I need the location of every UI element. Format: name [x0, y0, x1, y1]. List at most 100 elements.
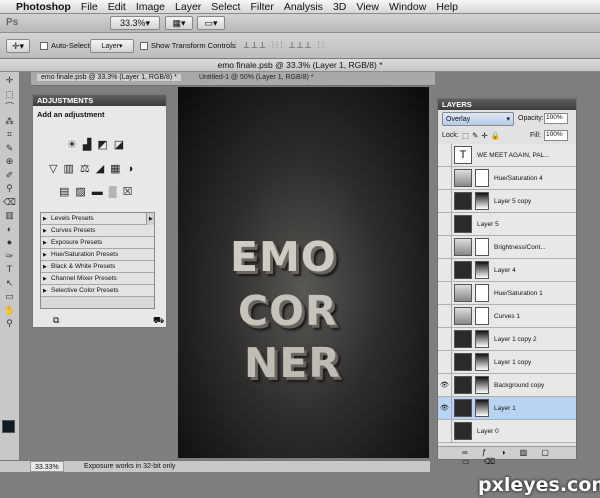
visibility-eye-icon[interactable] [438, 167, 452, 189]
layer-mask-thumbnail[interactable] [475, 307, 489, 325]
layer-name: Layer 1 copy [494, 358, 532, 366]
layer-mask-thumbnail[interactable] [475, 330, 489, 348]
layer-row[interactable]: Layer 0 [438, 420, 576, 443]
panel-options-icon[interactable]: ⛟ [153, 315, 164, 327]
layer-row[interactable]: T WE MEET AGAIN, PAL... [438, 144, 576, 167]
screen-mode-button[interactable]: ▭▾ [197, 16, 225, 30]
adjustments-header[interactable]: ADJUSTMENTS [33, 95, 166, 106]
layer-row[interactable]: Layer 5 copy [438, 190, 576, 213]
status-bar: 33.33% Exposure works in 32-bit only [0, 460, 430, 472]
menu-file[interactable]: File [76, 1, 103, 13]
layer-row[interactable]: 👁 Layer 1 [438, 397, 576, 420]
menu-analysis[interactable]: Analysis [279, 1, 328, 13]
presets-scrollbar[interactable] [146, 213, 154, 225]
visibility-eye-icon[interactable] [438, 259, 452, 281]
visibility-eye-icon[interactable] [438, 236, 452, 258]
tool-icons[interactable]: ✛ ⬚ ⌒ ⁂ ⌗ ✎ ⊕ ✐ ⚲ ⌫ ▥ ◐ ● ✑ T ↖ ▭ ✋ ⚲ [0, 72, 19, 331]
layer-name: Hue/Saturation 1 [494, 289, 543, 297]
visibility-eye-icon[interactable] [438, 213, 452, 235]
show-transform-checkbox[interactable] [140, 42, 148, 50]
adjustment-icons-row-1[interactable]: ☀▟◩◪ [67, 138, 130, 151]
preset-channel-mixer[interactable]: Channel Mixer Presets [41, 273, 154, 285]
menu-filter[interactable]: Filter [245, 1, 278, 13]
blend-mode-dropdown[interactable]: Overlay ▾ [442, 112, 514, 126]
layers-header[interactable]: LAYERS [438, 99, 576, 110]
menu-3d[interactable]: 3D [328, 1, 351, 13]
visibility-eye-icon[interactable] [438, 190, 452, 212]
tab-untitled-1[interactable]: Untitled-1 @ 50% (Layer 1, RGB/8) * [195, 74, 318, 81]
auto-select-checkbox[interactable] [40, 42, 48, 50]
menu-edit[interactable]: Edit [103, 1, 131, 13]
options-bar: ✛▾ Auto-Select: Layer ▾ Show Transform Co… [0, 33, 600, 59]
layer-row[interactable]: Layer 5 [438, 213, 576, 236]
opacity-input[interactable]: 100% [544, 113, 568, 124]
arrange-documents-button[interactable]: ▦▾ [165, 16, 193, 30]
document-tabs: emo finale.psb @ 33.3% (Layer 1, RGB/8) … [31, 72, 435, 86]
layer-thumbnail [454, 376, 472, 394]
layer-mask-thumbnail[interactable] [475, 192, 489, 210]
preset-hue-saturation[interactable]: Hue/Saturation Presets [41, 249, 154, 261]
visibility-eye-icon[interactable]: 👁 [438, 397, 452, 419]
preset-levels[interactable]: Levels Presets [41, 213, 154, 225]
visibility-eye-icon[interactable] [438, 351, 452, 373]
menu-help[interactable]: Help [431, 1, 463, 13]
layer-row[interactable]: Curves 1 [438, 305, 576, 328]
visibility-eye-icon[interactable] [438, 328, 452, 350]
layer-thumbnail [454, 261, 472, 279]
menu-window[interactable]: Window [384, 1, 431, 13]
layer-row[interactable]: Layer 1 copy 2 [438, 328, 576, 351]
menu-layer[interactable]: Layer [170, 1, 206, 13]
foreground-color-swatch[interactable] [2, 420, 15, 433]
visibility-eye-icon[interactable]: 👁 [438, 374, 452, 396]
layer-mask-thumbnail[interactable] [475, 169, 489, 187]
layer-name: Layer 0 [477, 427, 499, 435]
layer-row[interactable]: Brightness/Cont... [438, 236, 576, 259]
preset-curves[interactable]: Curves Presets [41, 225, 154, 237]
layer-mask-thumbnail[interactable] [475, 238, 489, 256]
layer-mask-thumbnail[interactable] [475, 261, 489, 279]
menu-image[interactable]: Image [131, 1, 170, 13]
zoom-select[interactable]: 33.3% ▾ [110, 16, 160, 30]
adjustment-icons-row-2[interactable]: ▽▥⚖◢▦◑ [49, 162, 139, 175]
layer-row[interactable]: 👁 Background copy [438, 374, 576, 397]
layer-thumbnail [454, 353, 472, 371]
canvas-artwork[interactable]: EMO COR NER [178, 87, 429, 458]
lock-icons[interactable]: ⬚✎✛🔒 [462, 131, 503, 140]
menu-view[interactable]: View [351, 1, 384, 13]
layer-name: WE MEET AGAIN, PAL... [477, 151, 550, 159]
layer-row[interactable]: Layer 4 [438, 259, 576, 282]
visibility-eye-icon[interactable] [438, 305, 452, 327]
layer-mask-thumbnail[interactable] [475, 376, 489, 394]
preset-black-white[interactable]: Black & White Presets [41, 261, 154, 273]
layer-row[interactable]: Layer 1 copy [438, 351, 576, 374]
visibility-eye-icon[interactable] [438, 144, 452, 166]
preset-exposure[interactable]: Exposure Presets [41, 237, 154, 249]
visibility-eye-icon[interactable] [438, 282, 452, 304]
document-title-bar: emo finale.psb @ 33.3% (Layer 1, RGB/8) … [0, 59, 600, 72]
layer-row[interactable]: Hue/Saturation 1 [438, 282, 576, 305]
adjustment-layer-icon [454, 169, 472, 187]
adjustment-icons-row-3[interactable]: ▤▨▬▒☒ [59, 185, 138, 198]
clip-to-layer-icon[interactable]: ⧉ [53, 315, 59, 326]
menu-select[interactable]: Select [206, 1, 245, 13]
layer-name: Layer 4 [494, 266, 516, 274]
layer-row[interactable]: Hue/Saturation 4 [438, 167, 576, 190]
tab-emo-finale[interactable]: emo finale.psb @ 33.3% (Layer 1, RGB/8) … [37, 74, 181, 81]
opacity-label: Opacity: [518, 115, 544, 122]
status-message: Exposure works in 32-bit only [84, 463, 176, 470]
zoom-value: 33.3% [119, 18, 146, 28]
auto-select-dropdown[interactable]: Layer ▾ [90, 39, 134, 53]
layer-mask-thumbnail[interactable] [475, 353, 489, 371]
layer-mask-thumbnail[interactable] [475, 284, 489, 302]
fill-input[interactable]: 100% [544, 130, 568, 141]
layer-thumbnail [454, 192, 472, 210]
align-icons[interactable]: ⫶⫶⫶ ⊥⊥⊥ ⫶⫶⫶ ⊥⊥⊥ ⫶⫶ [226, 40, 326, 51]
tool-preset-picker[interactable]: ✛▾ [6, 39, 30, 53]
layer-mask-thumbnail[interactable] [475, 399, 489, 417]
watermark-logo: pxleyes.com [478, 474, 600, 496]
layer-footer-icons[interactable]: ∞ ƒ ◑ ▨ ▢ ▭ ⌫ [462, 448, 576, 466]
status-zoom[interactable]: 33.33% [30, 461, 64, 472]
visibility-eye-icon[interactable] [438, 420, 452, 442]
preset-selective-color[interactable]: Selective Color Presets [41, 285, 154, 297]
app-menu[interactable]: Photoshop [11, 1, 76, 13]
